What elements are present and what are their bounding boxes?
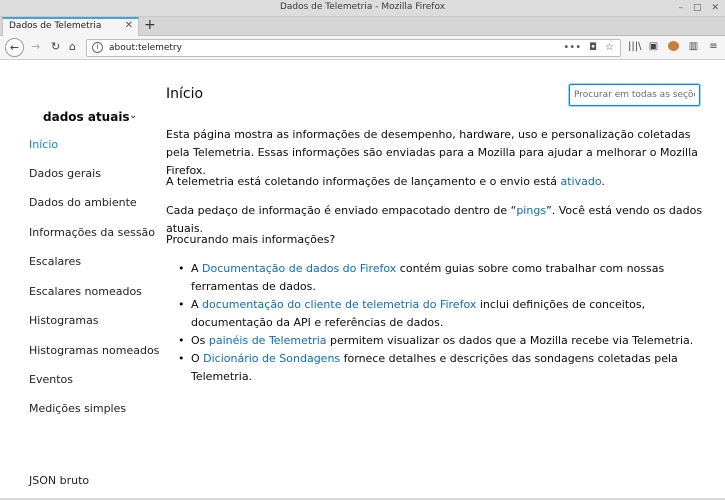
sidebar-item-eventos[interactable]: Eventos	[29, 373, 73, 386]
list-item: A Documentação de dados do Firefox conté…	[166, 260, 706, 296]
sidebar-item-escalares-nomeados[interactable]: Escalares nomeados	[29, 285, 142, 298]
search-input[interactable]	[569, 84, 700, 106]
account-avatar-icon[interactable]	[668, 41, 679, 54]
hamburger-menu-icon[interactable]: ≡	[708, 41, 719, 54]
pocket-icon[interactable]: ◘	[589, 42, 597, 53]
intro-paragraph: Esta página mostra as informações de des…	[166, 128, 698, 177]
window-title: Dados de Telemetria - Mozilla Firefox	[279, 2, 446, 12]
new-tab-button[interactable]: +	[144, 17, 156, 33]
chevron-down-icon[interactable]: ⌄	[129, 110, 137, 121]
list-item: A documentação do cliente de telemetria …	[166, 296, 706, 332]
more-info-heading: Procurando mais informações?	[166, 233, 336, 246]
client-docs-link[interactable]: documentação do cliente de telemetria do…	[202, 298, 476, 311]
avatar	[668, 41, 679, 51]
more-info-list: A Documentação de dados do Firefox conté…	[166, 260, 706, 386]
url-bar[interactable]: i about:telemetry ••• ◘ ☆	[86, 39, 621, 57]
list-item-text: permitem visualizar os dados que a Mozil…	[326, 334, 694, 347]
close-window-button[interactable]: ✕	[711, 3, 719, 13]
upload-status-paragraph: A telemetria está coletando informações …	[166, 173, 706, 191]
page-content: dados atuais ⌄ Início Dados gerais Dados…	[0, 60, 725, 500]
window-titlebar: Dados de Telemetria - Mozilla Firefox – …	[0, 0, 725, 17]
tab-label: Dados de Telemetria	[9, 21, 102, 31]
pings-link[interactable]: pings	[516, 204, 546, 217]
list-item: O Dicionário de Sondagens fornece detalh…	[166, 350, 706, 386]
forward-button[interactable]: →	[31, 40, 40, 53]
tab-strip: Dados de Telemetria ✕ +	[0, 17, 725, 36]
data-docs-link[interactable]: Documentação de dados do Firefox	[202, 262, 396, 275]
reload-button[interactable]: ↻	[51, 40, 60, 53]
extensions-icon[interactable]: ▥	[688, 41, 699, 54]
tab-telemetry[interactable]: Dados de Telemetria ✕	[2, 17, 139, 36]
sidebar-item-histogramas[interactable]: Histogramas	[29, 314, 99, 327]
pings-text: Cada pedaço de informação é enviado empa…	[166, 204, 517, 217]
sidebar-item-inicio[interactable]: Início	[29, 138, 58, 151]
page-title: Início	[166, 86, 204, 102]
list-item-text: Os	[191, 334, 209, 347]
dashboards-link[interactable]: painéis de Telemetria	[209, 334, 327, 347]
home-button[interactable]: ⌂	[69, 40, 76, 53]
back-button[interactable]: ←	[5, 38, 24, 57]
bookmark-star-icon[interactable]: ☆	[605, 42, 614, 53]
upload-status-text: A telemetria está coletando informações …	[166, 175, 561, 188]
sidebar-item-dados-ambiente[interactable]: Dados do ambiente	[29, 196, 137, 209]
library-icon[interactable]: |||\	[628, 41, 641, 54]
list-item-text: O	[191, 352, 204, 365]
upload-status-end: .	[601, 175, 605, 188]
url-text[interactable]: about:telemetry	[109, 43, 182, 53]
probe-dictionary-link[interactable]: Dicionário de Sondagens	[203, 352, 340, 365]
upload-enabled-link[interactable]: ativado	[560, 175, 601, 188]
close-tab-icon[interactable]: ✕	[125, 20, 133, 31]
page-actions-menu-icon[interactable]: •••	[563, 42, 581, 53]
sidebar-item-medicoes-simples[interactable]: Medições simples	[29, 402, 126, 415]
sidebar: dados atuais ⌄ Início Dados gerais Dados…	[0, 60, 159, 500]
window-controls: – □ ✕	[678, 3, 719, 13]
sidebar-item-informacoes-sessao[interactable]: Informações da sessão	[29, 226, 155, 239]
data-source-selector[interactable]: dados atuais	[43, 110, 130, 124]
list-item: Os painéis de Telemetria permitem visual…	[166, 332, 706, 350]
sidebar-item-escalares[interactable]: Escalares	[29, 255, 81, 268]
sidebar-toggle-icon[interactable]: ▣	[648, 41, 659, 54]
list-item-text: A	[191, 298, 203, 311]
sidebar-item-histogramas-nomeados[interactable]: Histogramas nomeados	[29, 344, 159, 357]
site-info-icon[interactable]: i	[92, 42, 103, 53]
list-item-text: A	[191, 262, 203, 275]
navigation-toolbar: ← → ↻ ⌂ i about:telemetry ••• ◘ ☆ |||\ ▣…	[0, 36, 725, 60]
maximize-button[interactable]: □	[693, 3, 702, 13]
minimize-button[interactable]: –	[678, 3, 683, 13]
page-actions: ••• ◘ ☆	[563, 42, 614, 53]
sidebar-item-json-bruto[interactable]: JSON bruto	[29, 474, 89, 487]
toolbar-icons: |||\ ▣ ▥ ≡	[628, 41, 719, 54]
sidebar-item-dados-gerais[interactable]: Dados gerais	[29, 167, 101, 180]
